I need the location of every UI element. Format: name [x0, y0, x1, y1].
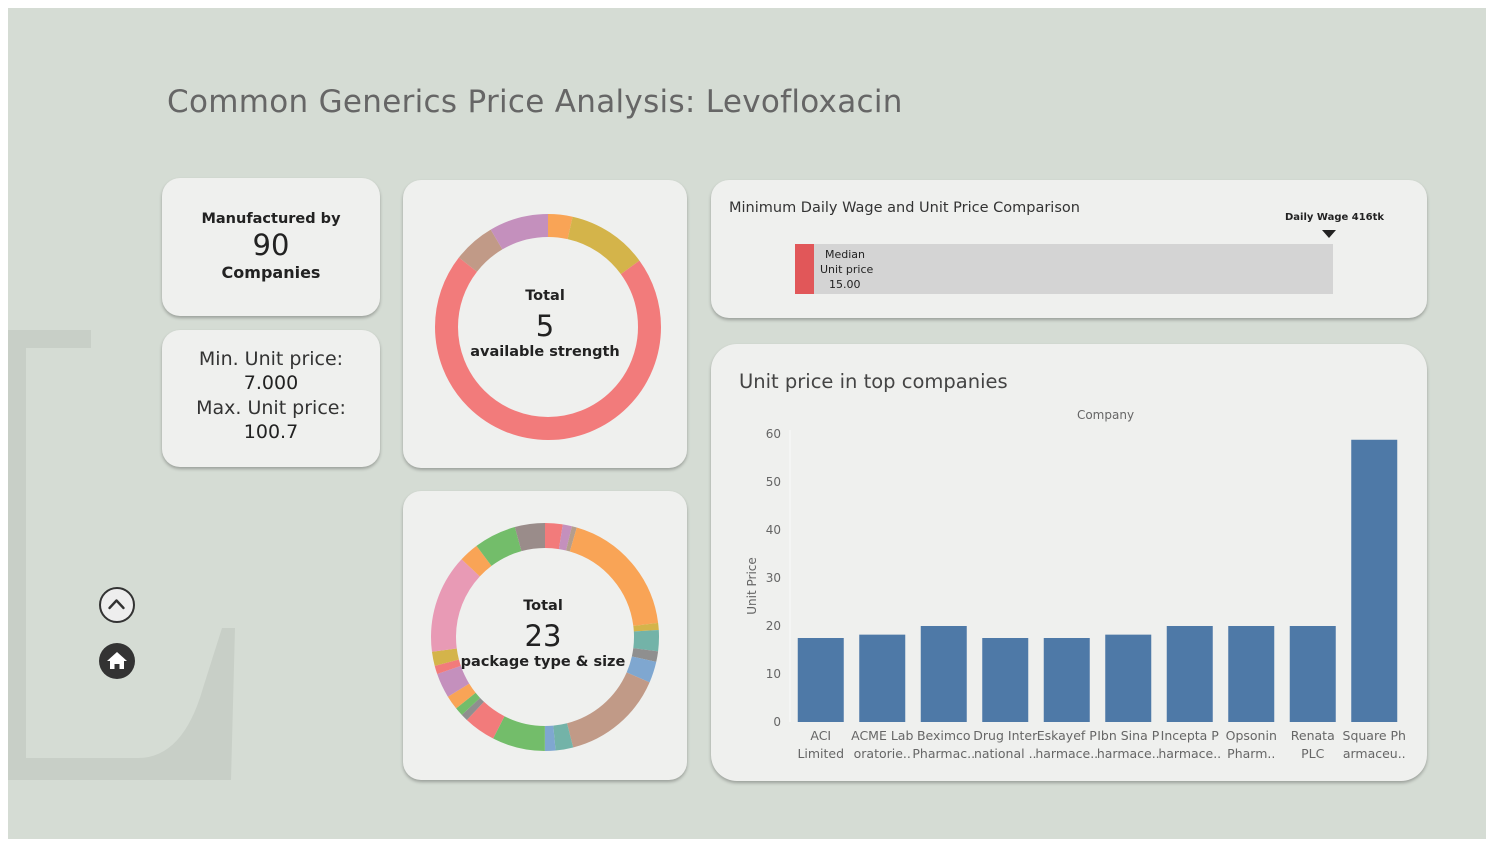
median-value: 15.00 [829, 278, 861, 291]
wage-comparison-card: Minimum Daily Wage and Unit Price Compar… [711, 180, 1427, 318]
bar[interactable] [797, 638, 844, 722]
home-icon [107, 652, 127, 669]
manufacturer-count: 90 [252, 228, 290, 262]
x-axis-title: Company [1077, 408, 1134, 422]
x-tick-label: ACME Lab [851, 728, 913, 743]
package-total-label: Total [523, 598, 563, 614]
bar[interactable] [920, 626, 967, 722]
x-tick-label: Ibn Sina P [1097, 728, 1159, 743]
bar[interactable] [1043, 638, 1090, 722]
max-price-value: 100.7 [243, 421, 299, 443]
x-tick-label: national .. [974, 746, 1037, 761]
x-tick-label: oratorie.. [854, 746, 911, 761]
y-tick-label: 60 [766, 427, 781, 441]
x-tick-label: Pharm.. [1227, 746, 1275, 761]
strength-donut-card: Total 5 available strength [403, 180, 687, 468]
companies-label: Companies [221, 263, 321, 282]
y-tick-label: 10 [766, 667, 781, 681]
x-tick-label: harmace.. [1158, 746, 1221, 761]
manufacturer-count-card: Manufactured by 90 Companies [162, 178, 380, 316]
wage-chart-title: Minimum Daily Wage and Unit Price Compar… [729, 200, 1080, 216]
y-tick-label: 40 [766, 523, 781, 537]
unit-price-bar-card: Unit price in top companies Company Unit … [711, 344, 1427, 781]
median-label-line2: Unit price [820, 263, 874, 276]
unit-price-bar-chart: Company Unit Price 0 10 20 30 40 50 60 ACI Limited… [745, 408, 1406, 761]
y-axis-title: Unit Price [745, 557, 759, 615]
x-tick-label: Opsonin [1226, 728, 1277, 743]
x-tick-label: armaceu.. [1343, 746, 1406, 761]
x-tick-label: Square Ph [1343, 728, 1406, 743]
package-donut-card: Total 23 package type & size [403, 491, 687, 780]
x-tick-label: harmace.. [1035, 746, 1098, 761]
page-title: Common Generics Price Analysis: Levoflox… [167, 84, 903, 120]
median-price-bar [795, 244, 815, 294]
x-tick-label: Limited [797, 746, 844, 761]
price-range-card: Min. Unit price: 7.000 Max. Unit price: … [162, 330, 380, 467]
daily-wage-marker-label: Daily Wage 416tk [1285, 212, 1385, 223]
strength-total-label: Total [525, 288, 565, 304]
package-subtitle: package type & size [460, 654, 626, 670]
bar[interactable] [1228, 626, 1275, 722]
median-label: Median Unit price 15.00 [820, 247, 873, 292]
bar[interactable] [1105, 634, 1152, 722]
manufacturer-label: Manufactured by [201, 211, 341, 227]
bar[interactable] [1351, 439, 1398, 722]
daily-wage-marker-icon [1322, 230, 1336, 238]
chevron-up-icon [108, 599, 125, 610]
strength-total-value: 5 [535, 309, 555, 343]
median-label-line1: Median [825, 248, 866, 261]
x-tick-label: Drug Inter [973, 728, 1038, 743]
y-tick-label: 0 [773, 715, 781, 729]
min-price-value: 7.000 [243, 372, 299, 394]
scroll-up-button[interactable] [99, 587, 135, 623]
x-tick-label: Incepta P [1161, 728, 1220, 743]
x-tick-label: harmace.. [1097, 746, 1160, 761]
x-tick-label: ACI [810, 728, 831, 743]
x-tick-label: Renata [1291, 728, 1335, 743]
bar[interactable] [859, 634, 906, 722]
x-tick-label: Pharmac.. [912, 746, 975, 761]
x-tick-label: Beximco [917, 728, 971, 743]
dashboard-canvas: Common Generics Price Analysis: Levoflox… [8, 8, 1486, 839]
min-price-label: Min. Unit price: [198, 348, 344, 370]
wage-bar-track: Median Unit price 15.00 [795, 244, 1333, 294]
bar[interactable] [1166, 626, 1213, 722]
strength-subtitle: available strength [470, 344, 620, 360]
x-tick-label: PLC [1301, 746, 1325, 761]
home-button[interactable] [99, 643, 135, 679]
bar[interactable] [1289, 626, 1336, 722]
max-price-label: Max. Unit price: [196, 397, 346, 419]
x-tick-label: Eskayef P [1037, 728, 1098, 743]
y-tick-label: 30 [766, 571, 781, 585]
bar[interactable] [982, 638, 1029, 722]
package-total-value: 23 [524, 619, 562, 653]
y-tick-label: 50 [766, 475, 781, 489]
y-tick-label: 20 [766, 619, 781, 633]
